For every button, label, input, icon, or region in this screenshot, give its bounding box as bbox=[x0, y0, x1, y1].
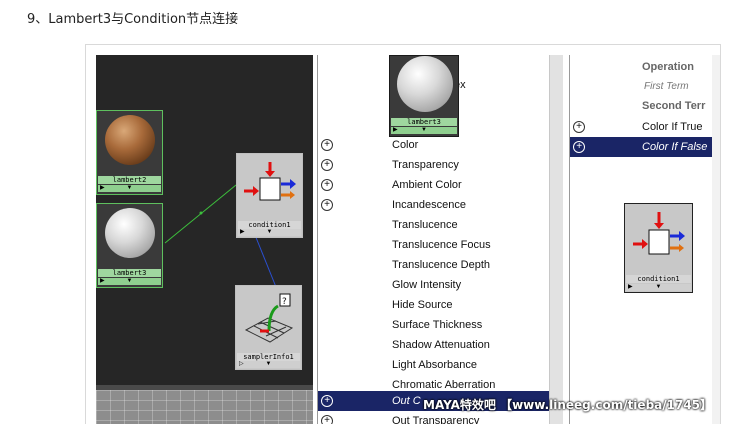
attribute-row[interactable]: + Transparency bbox=[318, 155, 550, 175]
expand-plus-icon[interactable]: + bbox=[321, 179, 333, 191]
lambert3-swatch bbox=[105, 208, 155, 258]
expand-plus-icon[interactable]: + bbox=[321, 159, 333, 171]
expand-plus-icon[interactable]: + bbox=[573, 141, 585, 153]
expand-plus-icon[interactable]: + bbox=[321, 199, 333, 211]
expand-down-icon[interactable]: ▼ bbox=[127, 278, 133, 285]
expand-left-icon[interactable]: ▶ bbox=[240, 229, 245, 236]
sampler-info-icon: ? bbox=[244, 293, 294, 343]
expand-plus-icon[interactable]: + bbox=[321, 395, 333, 407]
condition1-label: condition1 bbox=[238, 221, 301, 229]
lambert2-label: lambert2 bbox=[98, 176, 161, 184]
expand-down-icon[interactable]: ▼ bbox=[127, 185, 133, 192]
attribute-row[interactable]: + Color bbox=[318, 135, 550, 155]
attribute-label: Glow Intensity bbox=[392, 279, 462, 291]
operation-label: Operation bbox=[642, 61, 694, 73]
attribute-label: Transparency bbox=[392, 159, 459, 171]
attribute-label: Surface Thickness bbox=[392, 319, 483, 331]
lambert2-node[interactable]: lambert2 ▶ ▼ bbox=[96, 110, 163, 195]
samplerinfo1-controls[interactable]: ▷ ▼ bbox=[237, 361, 300, 368]
dragged-lambert3-sphere bbox=[397, 56, 453, 112]
wire-sampler-condition bbox=[254, 234, 277, 288]
samplerinfo1-node[interactable]: ? samplerInfo1 ▷ ▼ bbox=[235, 285, 302, 370]
attribute-row[interactable]: + Incandescence bbox=[318, 195, 550, 215]
attribute-label: Ambient Color bbox=[392, 179, 462, 191]
right-panel-scrollbar[interactable] bbox=[712, 55, 720, 424]
attribute-row[interactable]: Translucence bbox=[318, 215, 550, 235]
condition1-controls[interactable]: ▶ ▼ bbox=[238, 229, 301, 236]
color-if-false-row[interactable]: + Color If False bbox=[570, 137, 713, 157]
attribute-label: Translucence bbox=[392, 219, 458, 231]
lambert3-controls[interactable]: ▶ ▼ bbox=[98, 278, 161, 285]
attribute-row[interactable]: Surface Thickness bbox=[318, 315, 550, 335]
dragged-lambert3-label: lambert3 bbox=[391, 118, 457, 126]
attribute-row[interactable]: Light Absorbance bbox=[318, 355, 550, 375]
expand-left-icon[interactable]: ▶ bbox=[100, 185, 105, 192]
watermark-text: MAYA特效吧 【www.lineeg.com/tieba/1745】 bbox=[423, 398, 713, 412]
attribute-label: Translucence Depth bbox=[392, 259, 491, 271]
attribute-row[interactable]: Shadow Attenuation bbox=[318, 335, 550, 355]
expand-left-icon[interactable]: ▷ bbox=[239, 361, 244, 368]
attribute-list-scrollbar[interactable] bbox=[549, 55, 563, 424]
hypergraph-panel[interactable]: lambert2 ▶ ▼ lambert3 ▶ ▼ condition1 ▶ ▼… bbox=[96, 55, 313, 424]
perspective-grid bbox=[96, 390, 313, 424]
first-term-label: First Term bbox=[644, 81, 689, 92]
svg-text:?: ? bbox=[282, 297, 287, 307]
attribute-row[interactable]: + Ambient Color bbox=[318, 175, 550, 195]
second-term-label: Second Terr bbox=[642, 100, 706, 112]
dragged-condition1-controls: ▶ ▼ bbox=[626, 284, 691, 291]
attribute-label: Color bbox=[392, 139, 419, 151]
expand-down-icon[interactable]: ▼ bbox=[266, 361, 272, 368]
lambert2-swatch bbox=[105, 115, 155, 165]
lambert3-node[interactable]: lambert3 ▶ ▼ bbox=[96, 203, 163, 288]
expand-plus-icon[interactable]: + bbox=[573, 121, 585, 133]
attribute-label: Incandescence bbox=[392, 199, 466, 211]
condition1-node[interactable]: condition1 ▶ ▼ bbox=[236, 153, 303, 238]
dragged-lambert3-controls: ▶ ▼ bbox=[391, 127, 457, 134]
step-title: 9、Lambert3与Condition节点连接 bbox=[27, 12, 239, 27]
condition-attribute-panel[interactable]: Operation First Term Second Terr + Color… bbox=[569, 55, 713, 424]
attribute-row[interactable]: Glow Intensity bbox=[318, 275, 550, 295]
attribute-label: Light Absorbance bbox=[392, 359, 478, 371]
attribute-label: Shadow Attenuation bbox=[392, 339, 490, 351]
expand-down-icon[interactable]: ▼ bbox=[267, 229, 273, 236]
color-if-false-label: Color If False bbox=[642, 141, 708, 153]
samplerinfo1-label: samplerInfo1 bbox=[237, 353, 300, 361]
expand-plus-icon[interactable]: + bbox=[321, 415, 333, 424]
attribute-label: Hide Source bbox=[392, 299, 453, 311]
attribute-row[interactable]: Translucence Focus bbox=[318, 235, 550, 255]
lambert3-label: lambert3 bbox=[98, 269, 161, 277]
attribute-row[interactable]: Translucence Depth bbox=[318, 255, 550, 275]
condition-icon bbox=[633, 212, 685, 255]
attribute-row[interactable]: Hide Source bbox=[318, 295, 550, 315]
color-if-true-row[interactable]: + Color If True bbox=[570, 117, 713, 137]
attribute-label: Out C bbox=[392, 395, 421, 407]
color-if-true-label: Color If True bbox=[642, 121, 703, 133]
dragged-condition1-label: condition1 bbox=[626, 275, 691, 283]
screenshot-frame: lambert2 ▶ ▼ lambert3 ▶ ▼ condition1 ▶ ▼… bbox=[85, 44, 721, 424]
lambert2-controls[interactable]: ▶ ▼ bbox=[98, 185, 161, 192]
wire-midpoint bbox=[199, 211, 203, 215]
attribute-label: Translucence Focus bbox=[392, 239, 491, 251]
expand-left-icon[interactable]: ▶ bbox=[100, 278, 105, 285]
condition-icon bbox=[244, 162, 296, 201]
connection-attribute-list[interactable]: t ex +Color+Transparency+Ambient Color+I… bbox=[317, 55, 550, 424]
dragged-condition1-node[interactable]: condition1 ▶ ▼ bbox=[624, 203, 693, 293]
dragged-lambert3-swatch[interactable]: lambert3 ▶ ▼ bbox=[389, 55, 459, 137]
expand-plus-icon[interactable]: + bbox=[321, 139, 333, 151]
